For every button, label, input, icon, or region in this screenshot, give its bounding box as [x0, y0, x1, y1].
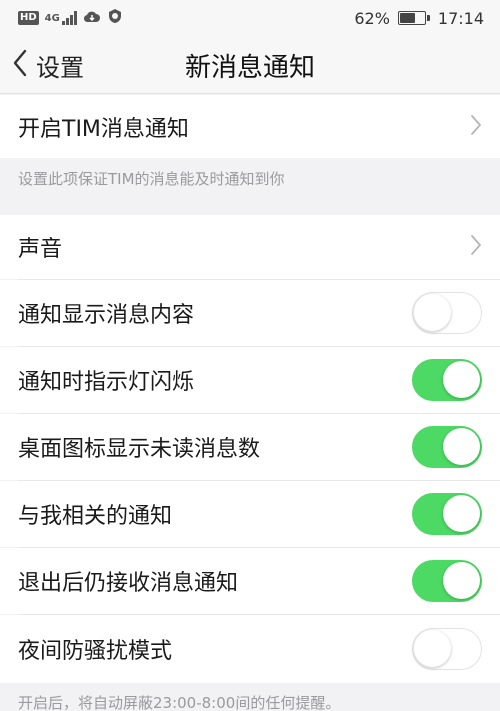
night-mode-note: 开启后，将自动屏蔽23:00-8:00间的任何提醒。: [18, 694, 341, 711]
status-bar-right: 62% 17:14: [354, 9, 484, 28]
signal-icon: [61, 11, 77, 25]
toggle-label: 通知时指示灯闪烁: [18, 370, 195, 395]
sound-row[interactable]: 声音: [0, 215, 500, 279]
toggle-label: 通知显示消息内容: [18, 303, 195, 328]
toggle-row-show-content: 通知显示消息内容: [0, 280, 500, 346]
chevron-left-icon: [12, 49, 28, 81]
toggle-label: 退出后仍接收消息通知: [18, 571, 239, 596]
toggle-row-receive-after-exit: 退出后仍接收消息通知: [0, 548, 500, 614]
toggle-row-related-notifications: 与我相关的通知: [0, 481, 500, 547]
back-label: 设置: [36, 53, 84, 82]
receive-after-exit-toggle[interactable]: [412, 560, 482, 602]
show-content-toggle[interactable]: [412, 292, 482, 334]
hd-icon: HD: [18, 11, 39, 25]
enable-tim-notifications-label: 开启TIM消息通知: [18, 116, 189, 142]
shield-icon: [107, 8, 123, 28]
led-blink-toggle[interactable]: [412, 359, 482, 401]
nav-bar: 设置 新消息通知: [0, 36, 500, 94]
toggle-row-night-mode: 夜间防骚扰模式: [0, 615, 500, 683]
night-mode-toggle[interactable]: [412, 628, 482, 670]
toggle-label: 与我相关的通知: [18, 504, 173, 529]
chevron-right-icon: [470, 234, 482, 260]
sound-label: 声音: [18, 237, 63, 262]
cloud-download-icon: [83, 9, 101, 28]
clock: 17:14: [437, 8, 484, 28]
chevron-right-icon: [470, 114, 482, 140]
toggle-row-unread-badge: 桌面图标显示未读消息数: [0, 414, 500, 480]
unread-badge-toggle[interactable]: [412, 426, 482, 468]
enable-tim-notifications-row[interactable]: 开启TIM消息通知: [0, 95, 500, 158]
related-notifications-toggle[interactable]: [412, 493, 482, 535]
status-bar: HD 4G 62% 17:14: [0, 0, 500, 36]
toggle-label: 夜间防骚扰模式: [18, 639, 173, 664]
enable-tim-notifications-note: 设置此项保证TIM的消息能及时通知到你: [18, 170, 285, 188]
status-bar-left: HD 4G: [18, 8, 123, 28]
toggle-label: 桌面图标显示未读消息数: [18, 437, 261, 462]
battery-icon: [397, 11, 430, 25]
back-button[interactable]: 设置: [12, 36, 84, 94]
network-type: 4G: [44, 12, 60, 24]
toggle-row-led-blink: 通知时指示灯闪烁: [0, 347, 500, 413]
battery-percent: 62%: [354, 8, 390, 28]
